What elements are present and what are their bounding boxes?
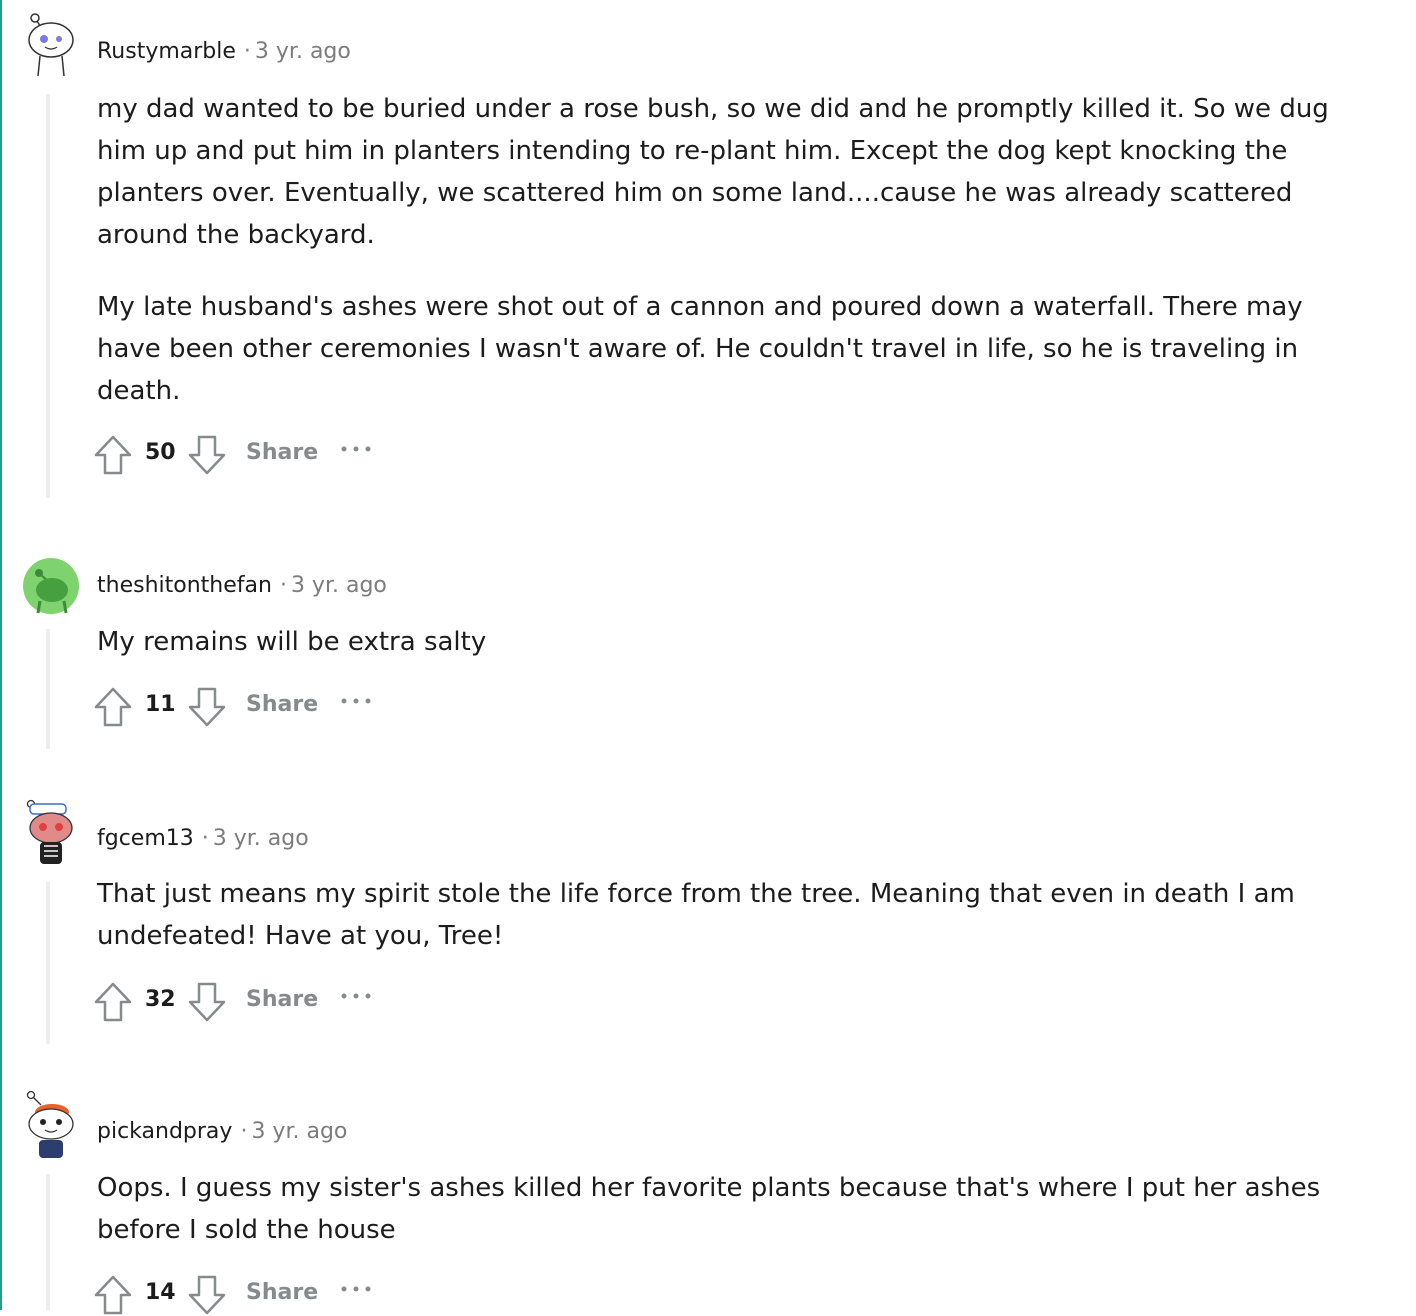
separator-dot: · — [240, 1119, 248, 1144]
comment-meta: pickandpray · 3 yr. ago — [97, 1119, 347, 1144]
downvote-arrow-icon[interactable] — [187, 981, 227, 1023]
vote-score: 14 — [145, 1280, 176, 1305]
username[interactable]: theshitonthefan — [97, 573, 272, 598]
more-options-icon[interactable] — [338, 1274, 374, 1304]
comment-actions: 50 Share — [93, 434, 393, 476]
username[interactable]: Rustymarble — [97, 39, 236, 64]
comment-actions: 11 Share — [93, 686, 393, 728]
custom-snoo-avatar-icon[interactable] — [22, 796, 80, 866]
comment-paragraph: My remains will be extra salty — [97, 627, 487, 657]
username[interactable]: pickandpray — [97, 1119, 232, 1144]
comment-body: my dad wanted to be buried under a rose … — [97, 88, 1347, 442]
vote-score: 50 — [145, 440, 176, 465]
share-button[interactable]: Share — [246, 987, 318, 1012]
separator-dot: · — [201, 826, 209, 851]
more-options-icon[interactable] — [338, 686, 374, 716]
thread-line[interactable] — [46, 94, 50, 498]
upvote-arrow-icon[interactable] — [93, 981, 133, 1023]
vote-score: 11 — [145, 692, 176, 717]
comment-meta: Rustymarble · 3 yr. ago — [97, 39, 351, 64]
comment-paragraph: That just means my spirit stole the life… — [97, 879, 1295, 951]
custom-snoo-avatar-icon[interactable] — [22, 1088, 80, 1160]
thread-accent-line — [0, 0, 2, 1310]
upvote-arrow-icon[interactable] — [93, 434, 133, 476]
share-button[interactable]: Share — [246, 1280, 318, 1305]
comment-actions: 32 Share — [93, 981, 393, 1023]
comment-paragraph: My late husband's ashes were shot out of… — [97, 292, 1303, 406]
comment-paragraph: Oops. I guess my sister's ashes killed h… — [97, 1173, 1321, 1245]
thread-line[interactable] — [46, 882, 50, 1044]
downvote-arrow-icon[interactable] — [187, 686, 227, 728]
thread-line[interactable] — [46, 1174, 50, 1310]
upvote-arrow-icon[interactable] — [93, 686, 133, 728]
comment-meta: fgcem13 · 3 yr. ago — [97, 826, 309, 851]
timestamp[interactable]: 3 yr. ago — [255, 39, 351, 64]
thread-line[interactable] — [46, 629, 50, 749]
comment-paragraph: my dad wanted to be buried under a rose … — [97, 94, 1329, 250]
comment-body: Oops. I guess my sister's ashes killed h… — [97, 1167, 1347, 1281]
more-options-icon[interactable] — [338, 981, 374, 1011]
share-button[interactable]: Share — [246, 440, 318, 465]
comment-body: My remains will be extra salty — [97, 621, 1347, 693]
downvote-arrow-icon[interactable] — [187, 434, 227, 476]
separator-dot: · — [279, 573, 287, 598]
share-button[interactable]: Share — [246, 692, 318, 717]
snoo-avatar-icon[interactable] — [22, 10, 80, 78]
timestamp[interactable]: 3 yr. ago — [251, 1119, 347, 1144]
username[interactable]: fgcem13 — [97, 826, 194, 851]
vote-score: 32 — [145, 987, 176, 1012]
timestamp[interactable]: 3 yr. ago — [291, 573, 387, 598]
timestamp[interactable]: 3 yr. ago — [213, 826, 309, 851]
comment-meta: theshitonthefan · 3 yr. ago — [97, 573, 387, 598]
green-snoo-avatar-icon[interactable] — [22, 557, 80, 615]
comment-body: That just means my spirit stole the life… — [97, 873, 1347, 987]
separator-dot: · — [243, 39, 251, 64]
more-options-icon[interactable] — [338, 434, 374, 464]
